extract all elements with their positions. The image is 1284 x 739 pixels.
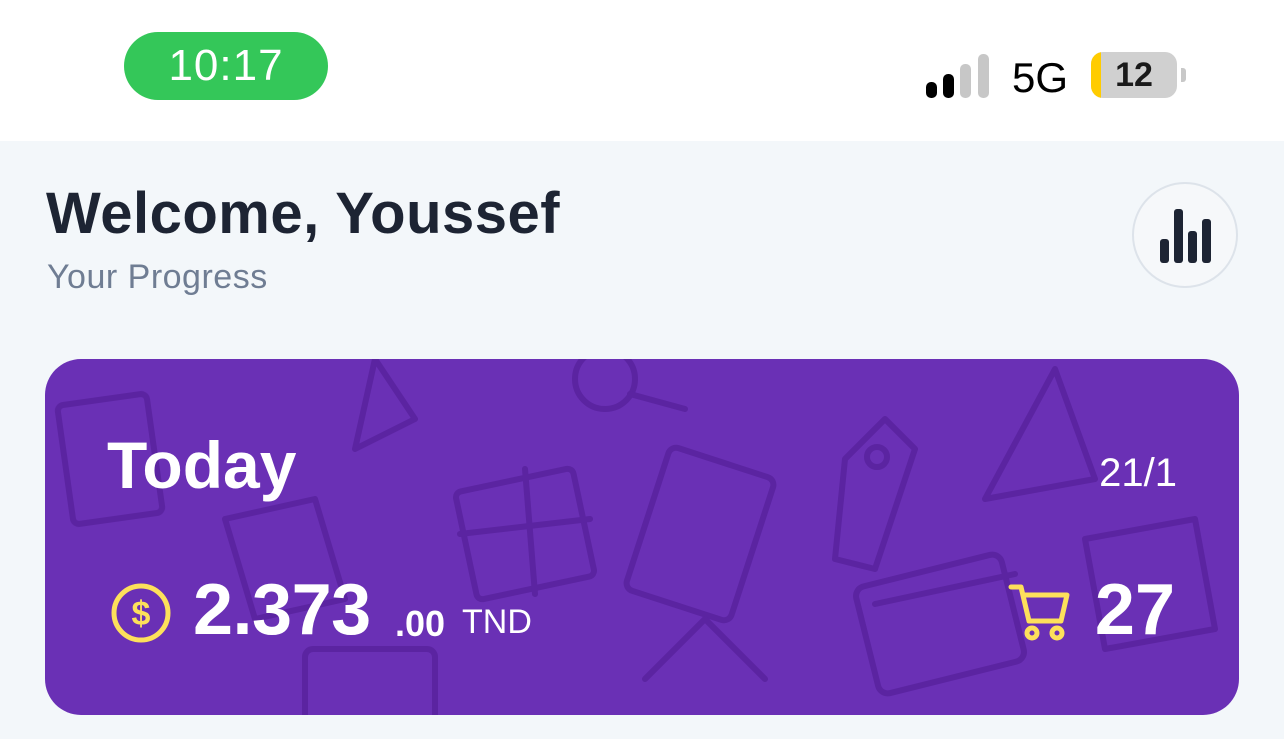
- cart-count: 27: [1094, 570, 1175, 650]
- amount-integer: 2.373: [193, 570, 371, 650]
- today-summary-card[interactable]: Today 21/1 $ 2.373 .00 TND 27: [45, 359, 1239, 715]
- status-bar: 10:17 5G 12: [0, 0, 1284, 141]
- amount-decimal: .00: [395, 603, 446, 644]
- card-date: 21/1: [1099, 451, 1177, 495]
- card-title: Today: [107, 428, 297, 502]
- svg-text:$: $: [132, 595, 151, 633]
- status-time: 10:17: [124, 32, 328, 100]
- dollar-coin-icon: $: [111, 583, 171, 643]
- background-pattern: [54, 359, 1218, 715]
- bar-chart-icon: [1160, 209, 1211, 263]
- signal-strength-icon: [926, 54, 989, 98]
- welcome-title: Welcome, Youssef: [46, 181, 561, 246]
- battery-percent: 12: [1115, 55, 1153, 94]
- amount-currency: TND: [462, 603, 532, 641]
- stats-button[interactable]: [1132, 182, 1238, 288]
- network-type: 5G: [1012, 54, 1069, 101]
- progress-subtitle: Your Progress: [47, 258, 268, 296]
- battery-icon: 12: [1091, 52, 1186, 98]
- shopping-cart-icon: [1008, 584, 1070, 641]
